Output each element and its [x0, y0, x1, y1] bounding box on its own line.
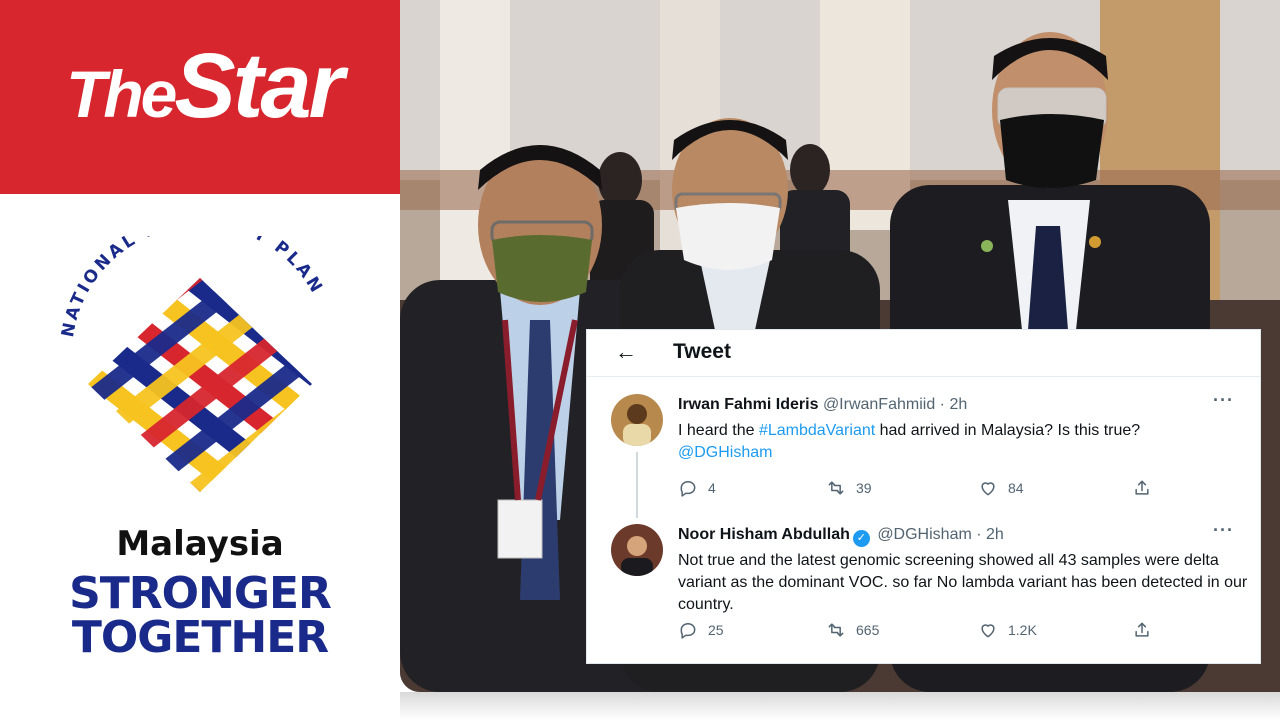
avatar[interactable]	[611, 524, 663, 576]
tweet-header-line: Noor Hisham Abdullah ✓ @DGHisham · 2h	[678, 526, 1004, 547]
thread-line	[636, 452, 638, 518]
like-icon	[981, 624, 995, 638]
reply-icon	[680, 623, 696, 639]
text-pre: I heard the	[678, 422, 759, 439]
tweet-card: ← Tweet Irwan Fahmi Ideris @IrwanFahmiid…	[586, 329, 1261, 664]
tweet-text: I heard the #LambdaVariant had arrived i…	[678, 420, 1248, 464]
share-button[interactable]	[1132, 478, 1162, 498]
like-count: 1.2K	[1008, 622, 1037, 638]
more-icon[interactable]: ···	[1213, 520, 1234, 541]
text-post: had arrived in Malaysia? Is this true?	[875, 422, 1141, 439]
photo-shadow	[400, 692, 1280, 720]
malaysia-text: Malaysia	[116, 524, 284, 564]
share-icon	[1135, 480, 1149, 495]
tweet-item[interactable]: Noor Hisham Abdullah ✓ @DGHisham · 2h ···…	[587, 520, 1260, 660]
author-name[interactable]: Irwan Fahmi Ideris	[678, 396, 818, 413]
author-handle[interactable]: @DGHisham	[877, 526, 971, 543]
tweet-header-line: Irwan Fahmi Ideris @IrwanFahmiid · 2h	[678, 396, 967, 414]
tweet-item[interactable]: Irwan Fahmi Ideris @IrwanFahmiid · 2h ··…	[587, 390, 1260, 510]
retweet-button[interactable]: 39	[826, 478, 872, 498]
verified-icon: ✓	[852, 530, 870, 547]
tweet-time[interactable]: 2h	[986, 526, 1004, 543]
retweet-button[interactable]: 665	[826, 620, 879, 640]
author-name[interactable]: Noor Hisham Abdullah	[678, 526, 850, 543]
author-handle[interactable]: @IrwanFahmiid	[823, 396, 935, 413]
reply-count: 25	[708, 622, 724, 638]
slogan-together: TOGETHER	[71, 612, 329, 663]
share-button[interactable]	[1132, 620, 1162, 640]
back-arrow-icon[interactable]: ←	[615, 339, 637, 365]
retweet-icon	[828, 623, 844, 637]
like-icon	[981, 482, 995, 496]
logo-the: The	[66, 57, 177, 131]
avatar-image	[611, 524, 663, 576]
logo-star: Star	[174, 35, 344, 137]
thestar-logo: TheStar	[66, 40, 344, 132]
avatar-image	[611, 394, 663, 446]
mention-link[interactable]: @DGHisham	[678, 444, 772, 461]
retweet-icon	[828, 481, 844, 495]
reply-button[interactable]: 25	[678, 620, 724, 640]
national-recovery-plan-logo: NATIONAL RECOVERY PLAN	[50, 236, 350, 526]
tweet-title: Tweet	[673, 340, 731, 363]
separator-dot: ·	[976, 526, 982, 543]
like-button[interactable]: 84	[978, 478, 1024, 498]
more-icon[interactable]: ···	[1213, 390, 1234, 411]
retweet-count: 39	[856, 480, 872, 496]
separator-dot: ·	[939, 396, 945, 413]
retweet-count: 665	[856, 622, 880, 638]
like-count: 84	[1008, 480, 1024, 496]
tweet-header: ← Tweet	[587, 330, 1260, 377]
avatar[interactable]	[611, 394, 663, 446]
like-button[interactable]: 1.2K	[978, 620, 1037, 640]
share-icon	[1135, 622, 1149, 637]
tweet-actions: 4 39 84	[678, 478, 1158, 500]
nrp-emblem: NATIONAL RECOVERY PLAN	[58, 236, 324, 492]
reply-icon	[680, 481, 696, 497]
reply-count: 4	[708, 480, 716, 496]
tweet-time[interactable]: 2h	[949, 396, 967, 413]
slogan-stronger: STRONGER	[69, 568, 332, 619]
reply-button[interactable]: 4	[678, 478, 716, 498]
tweet-text: Not true and the latest genomic screenin…	[678, 552, 1248, 613]
hashtag-link[interactable]: #LambdaVariant	[759, 422, 875, 439]
tweet-actions: 25 665 1.2K	[678, 620, 1158, 642]
